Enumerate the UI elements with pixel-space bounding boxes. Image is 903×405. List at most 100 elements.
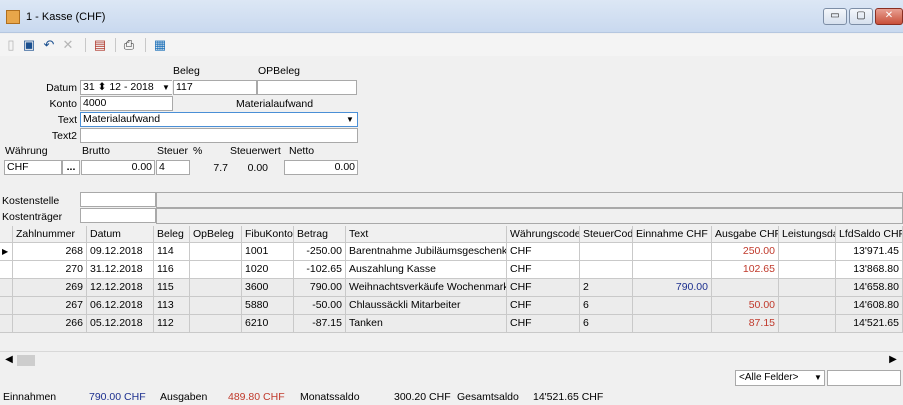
- table-row[interactable]: ▶ 268 09.12.2018 114 1001 -250.00 Barent…: [0, 243, 903, 261]
- table-row[interactable]: 266 05.12.2018 112 6210 -87.15 Tanken CH…: [0, 315, 903, 333]
- cell-waehrungscode[interactable]: CHF: [507, 297, 580, 315]
- cell-lfdsaldo[interactable]: 14'658.80: [836, 279, 903, 297]
- column-header[interactable]: Währungscode: [507, 226, 580, 243]
- maximize-button[interactable]: ▢: [849, 8, 873, 25]
- cell-betrag[interactable]: -102.65: [294, 261, 346, 279]
- cell-lfdsaldo[interactable]: 13'868.80: [836, 261, 903, 279]
- cell-opbeleg[interactable]: [190, 315, 242, 333]
- cell-opbeleg[interactable]: [190, 243, 242, 261]
- scroll-left-icon[interactable]: ◀: [2, 353, 16, 367]
- column-header[interactable]: Betrag: [294, 226, 346, 243]
- table-row[interactable]: 269 12.12.2018 115 3600 790.00 Weihnacht…: [0, 279, 903, 297]
- cell-fibukonto[interactable]: 6210: [242, 315, 294, 333]
- cell-text[interactable]: Tanken: [346, 315, 507, 333]
- pdf-icon[interactable]: ▤: [92, 37, 108, 53]
- cell-waehrungscode[interactable]: CHF: [507, 315, 580, 333]
- row-selector[interactable]: [0, 297, 13, 315]
- save-icon[interactable]: ▣: [21, 37, 37, 53]
- cell-waehrungscode[interactable]: CHF: [507, 279, 580, 297]
- column-header[interactable]: SteuerCode: [580, 226, 633, 243]
- cell-beleg[interactable]: 115: [154, 279, 190, 297]
- cell-text[interactable]: Weihnachtsverkäufe Wochenmarkt: [346, 279, 507, 297]
- cell-steuercode[interactable]: [580, 243, 633, 261]
- filter-dropdown-icon[interactable]: ▼: [812, 371, 824, 384]
- konto-input[interactable]: 4000: [80, 96, 173, 111]
- row-selector[interactable]: [0, 279, 13, 297]
- cell-opbeleg[interactable]: [190, 279, 242, 297]
- scroll-right-icon[interactable]: ▶: [886, 353, 900, 367]
- cell-zahlnummer[interactable]: 268: [13, 243, 87, 261]
- cell-leistungsdatum[interactable]: [779, 243, 836, 261]
- cell-beleg[interactable]: 116: [154, 261, 190, 279]
- cell-lfdsaldo[interactable]: 14'608.80: [836, 297, 903, 315]
- cell-datum[interactable]: 05.12.2018: [87, 315, 154, 333]
- cell-betrag[interactable]: -250.00: [294, 243, 346, 261]
- horizontal-scrollbar[interactable]: ◀ ▶: [0, 351, 903, 368]
- cell-lfdsaldo[interactable]: 13'971.45: [836, 243, 903, 261]
- cell-ausgabe[interactable]: 102.65: [712, 261, 779, 279]
- table-row[interactable]: 270 31.12.2018 116 1020 -102.65 Auszahlu…: [0, 261, 903, 279]
- print-icon[interactable]: ⎙: [121, 37, 137, 53]
- cell-fibukonto[interactable]: 3600: [242, 279, 294, 297]
- cell-einnahme[interactable]: [633, 243, 712, 261]
- cell-waehrungscode[interactable]: CHF: [507, 261, 580, 279]
- datum-field[interactable]: 31 ⬍ 12 - 2018: [80, 80, 172, 95]
- text-dropdown-icon[interactable]: ▼: [344, 113, 356, 126]
- cell-ausgabe[interactable]: 50.00: [712, 297, 779, 315]
- kostenstelle-input[interactable]: [80, 192, 156, 207]
- cell-text[interactable]: Chlaussäckli Mitarbeiter: [346, 297, 507, 315]
- minimize-button[interactable]: ▭: [823, 8, 847, 25]
- column-header[interactable]: Beleg: [154, 226, 190, 243]
- calculator-icon[interactable]: ▦: [152, 37, 168, 53]
- cell-datum[interactable]: 31.12.2018: [87, 261, 154, 279]
- cell-datum[interactable]: 09.12.2018: [87, 243, 154, 261]
- cell-datum[interactable]: 06.12.2018: [87, 297, 154, 315]
- cell-lfdsaldo[interactable]: 14'521.65: [836, 315, 903, 333]
- datum-dropdown-icon[interactable]: ▼: [160, 81, 172, 94]
- column-header[interactable]: Zahlnummer: [13, 226, 87, 243]
- cell-einnahme[interactable]: [633, 261, 712, 279]
- cell-fibukonto[interactable]: 1001: [242, 243, 294, 261]
- delete-icon[interactable]: ✕: [60, 37, 76, 53]
- cell-zahlnummer[interactable]: 267: [13, 297, 87, 315]
- cell-opbeleg[interactable]: [190, 261, 242, 279]
- column-header[interactable]: LfdSaldo CHF: [836, 226, 903, 243]
- text2-input[interactable]: [80, 128, 358, 143]
- cell-leistungsdatum[interactable]: [779, 279, 836, 297]
- cell-steuercode[interactable]: [580, 261, 633, 279]
- cell-ausgabe[interactable]: 87.15: [712, 315, 779, 333]
- cell-datum[interactable]: 12.12.2018: [87, 279, 154, 297]
- cell-beleg[interactable]: 112: [154, 315, 190, 333]
- waehrung-input[interactable]: CHF: [4, 160, 62, 175]
- cell-opbeleg[interactable]: [190, 297, 242, 315]
- cell-betrag[interactable]: -50.00: [294, 297, 346, 315]
- cell-einnahme[interactable]: [633, 297, 712, 315]
- opbeleg-input[interactable]: [257, 80, 357, 95]
- column-header[interactable]: Leistungsdatu: [779, 226, 836, 243]
- cell-leistungsdatum[interactable]: [779, 297, 836, 315]
- cell-zahlnummer[interactable]: 270: [13, 261, 87, 279]
- cell-beleg[interactable]: 114: [154, 243, 190, 261]
- column-header[interactable]: Ausgabe CHF: [712, 226, 779, 243]
- column-header[interactable]: FibuKonto: [242, 226, 294, 243]
- column-header[interactable]: Einnahme CHF: [633, 226, 712, 243]
- cell-fibukonto[interactable]: 5880: [242, 297, 294, 315]
- cell-waehrungscode[interactable]: CHF: [507, 243, 580, 261]
- cell-einnahme[interactable]: 790.00: [633, 279, 712, 297]
- close-button[interactable]: ✕: [875, 8, 903, 25]
- datum-month[interactable]: 12 - 2018: [109, 81, 153, 93]
- cell-ausgabe[interactable]: [712, 279, 779, 297]
- column-header[interactable]: Text: [346, 226, 507, 243]
- cell-leistungsdatum[interactable]: [779, 261, 836, 279]
- netto-input[interactable]: 0.00: [284, 160, 358, 175]
- cell-zahlnummer[interactable]: 266: [13, 315, 87, 333]
- datum-spin-icon[interactable]: ⬍: [98, 81, 107, 93]
- cell-einnahme[interactable]: [633, 315, 712, 333]
- table-row[interactable]: 267 06.12.2018 113 5880 -50.00 Chlaussäc…: [0, 297, 903, 315]
- cell-beleg[interactable]: 113: [154, 297, 190, 315]
- kostentraeger-input[interactable]: [80, 208, 156, 223]
- text-input[interactable]: Materialaufwand: [80, 112, 358, 127]
- cell-steuercode[interactable]: 2: [580, 279, 633, 297]
- waehrung-browse-button[interactable]: ...: [62, 160, 80, 175]
- column-header[interactable]: OpBeleg: [190, 226, 242, 243]
